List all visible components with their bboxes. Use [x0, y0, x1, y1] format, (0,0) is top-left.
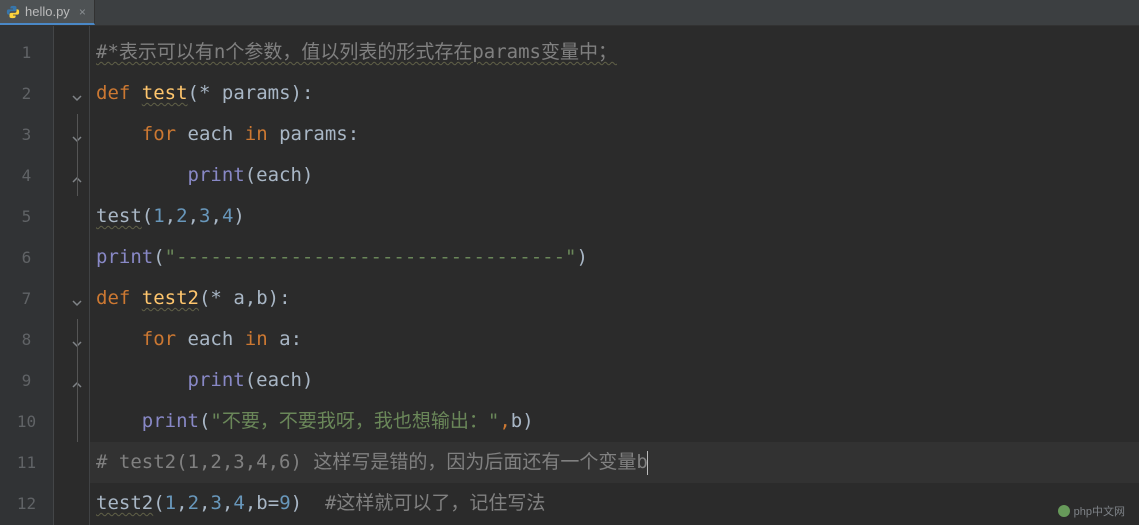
line-number: 6 — [0, 237, 53, 278]
code-line[interactable]: #*表示可以有n个参数，值以列表的形式存在params变量中； — [90, 32, 1139, 73]
python-file-icon — [6, 5, 20, 19]
comment-token: # test2(1,2,3,4,6) 这样写是错的，因为后面还有一个变量b — [96, 451, 648, 473]
code-line[interactable]: print("---------------------------------… — [90, 237, 1139, 278]
function-name-token: test — [142, 82, 188, 104]
line-number: 12 — [0, 483, 53, 524]
keyword-token: in — [245, 123, 268, 145]
code-line[interactable]: for each in params: — [90, 114, 1139, 155]
fold-open-icon[interactable] — [71, 293, 83, 305]
code-line-current[interactable]: # test2(1,2,3,4,6) 这样写是错的，因为后面还有一个变量b — [90, 442, 1139, 483]
line-number: 11 — [0, 442, 53, 483]
keyword-token: in — [245, 328, 268, 350]
line-number: 7 — [0, 278, 53, 319]
code-line[interactable]: test(1,2,3,4) — [90, 196, 1139, 237]
tab-filename: hello.py — [25, 4, 70, 19]
editor: 1 2 3 4 5 6 7 8 9 10 11 12 #*表示可以有n个参数，值… — [0, 26, 1139, 525]
keyword-token: def — [96, 287, 130, 309]
builtin-token: print — [188, 164, 245, 186]
string-token: "----------------------------------" — [165, 246, 577, 268]
fold-gutter — [54, 26, 90, 525]
builtin-token: print — [96, 246, 153, 268]
code-line[interactable]: def test(* params): — [90, 73, 1139, 114]
code-line[interactable]: print(each) — [90, 155, 1139, 196]
line-number: 4 — [0, 155, 53, 196]
comment-token: #这样就可以了，记住写法 — [325, 492, 545, 514]
function-name-token: test2 — [142, 287, 199, 309]
line-number: 1 — [0, 32, 53, 73]
string-token: "不要，不要我呀，我也想输出：" — [210, 410, 499, 432]
file-tab[interactable]: hello.py × — [0, 0, 95, 25]
code-line[interactable]: test2(1,2,3,4,b=9) #这样就可以了，记住写法 — [90, 483, 1139, 524]
code-line[interactable]: print("不要，不要我呀，我也想输出：",b) — [90, 401, 1139, 442]
keyword-token: for — [142, 328, 176, 350]
watermark-text: php中文网 — [1074, 503, 1125, 519]
line-number: 5 — [0, 196, 53, 237]
comment-token: #*表示可以有n个参数，值以列表的形式存在params变量中； — [96, 41, 617, 63]
line-number: 3 — [0, 114, 53, 155]
close-icon[interactable]: × — [79, 5, 86, 19]
code-area[interactable]: #*表示可以有n个参数，值以列表的形式存在params变量中； def test… — [90, 26, 1139, 525]
php-logo-icon — [1058, 505, 1070, 517]
keyword-token: for — [142, 123, 176, 145]
code-line[interactable]: def test2(* a,b): — [90, 278, 1139, 319]
line-number: 8 — [0, 319, 53, 360]
fold-open-icon[interactable] — [71, 88, 83, 100]
keyword-token: def — [96, 82, 130, 104]
code-line[interactable]: for each in a: — [90, 319, 1139, 360]
code-line[interactable]: print(each) — [90, 360, 1139, 401]
tab-bar: hello.py × — [0, 0, 1139, 26]
watermark: php中文网 — [1058, 503, 1125, 519]
builtin-token: print — [188, 369, 245, 391]
line-number-gutter: 1 2 3 4 5 6 7 8 9 10 11 12 — [0, 26, 54, 525]
line-number: 2 — [0, 73, 53, 114]
builtin-token: print — [142, 410, 199, 432]
line-number: 9 — [0, 360, 53, 401]
text-caret — [647, 451, 648, 475]
line-number: 10 — [0, 401, 53, 442]
